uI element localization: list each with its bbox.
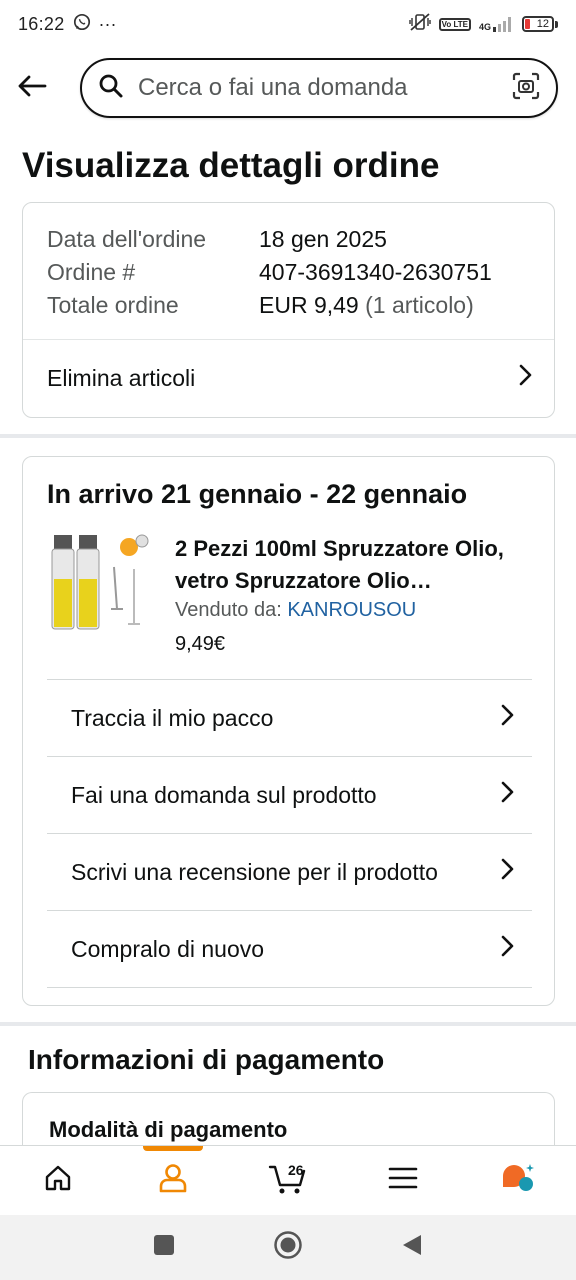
- home-icon: [43, 1163, 73, 1198]
- delete-items-label: Elimina articoli: [47, 364, 196, 391]
- product-name[interactable]: 2 Pezzi 100ml Spruzzatore Olio, vetro Sp…: [175, 533, 535, 597]
- order-total-value: EUR 9,49: [259, 292, 359, 318]
- battery-icon: 12: [522, 16, 558, 32]
- search-icon: [98, 73, 124, 104]
- seller-link[interactable]: KANROUSOU: [287, 599, 416, 621]
- back-nav-button[interactable]: [401, 1233, 423, 1262]
- divider: [47, 987, 532, 988]
- product-seller: Venduto da: KANROUSOU: [175, 599, 416, 622]
- order-total-label: Totale ordine: [47, 292, 179, 318]
- page-title: Visualizza dettagli ordine: [22, 146, 440, 185]
- order-date-label: Data dell'ordine: [47, 226, 207, 252]
- rufus-assistant-icon: [500, 1162, 536, 1199]
- chevron-right-icon: [518, 363, 534, 393]
- vibrate-mute-icon: [408, 12, 431, 37]
- payment-section-title: Informazioni di pagamento: [28, 1044, 385, 1075]
- nav-home[interactable]: [18, 1146, 98, 1216]
- order-number-label: Ordine #: [47, 259, 136, 285]
- buy-again-label: Compralo di nuovo: [71, 935, 265, 962]
- product-image[interactable]: [49, 529, 159, 639]
- order-total-row: Totale ordine EUR 9,49 (1 articolo): [47, 289, 530, 322]
- order-date-value: 18 gen 2025: [259, 226, 387, 252]
- battery-level: 12: [536, 18, 549, 30]
- home-button[interactable]: [273, 1230, 303, 1265]
- camera-scan-icon[interactable]: [512, 72, 540, 105]
- payment-method-label: Modalità di pagamento: [49, 1117, 288, 1142]
- bottom-nav: 26: [0, 1145, 576, 1215]
- section-separator: [0, 1022, 576, 1026]
- nav-account[interactable]: [133, 1145, 213, 1216]
- search-input[interactable]: [138, 68, 512, 108]
- status-bar: 16:22 ··· Vo LTE 4G 12: [0, 0, 576, 48]
- nav-menu[interactable]: [363, 1146, 443, 1216]
- status-time: 16:22: [18, 13, 65, 34]
- chevron-right-icon: [500, 857, 516, 887]
- nav-rufus[interactable]: [478, 1146, 558, 1216]
- ask-question-label: Fai una domanda sul prodotto: [71, 781, 377, 808]
- track-package-link[interactable]: Traccia il mio pacco: [47, 679, 532, 756]
- order-number-value: 407-3691340-2630751: [259, 259, 492, 285]
- chevron-right-icon: [500, 703, 516, 733]
- write-review-link[interactable]: Scrivi una recensione per il prodotto: [47, 833, 532, 910]
- back-button[interactable]: [0, 56, 64, 120]
- product-price: 9,49€: [175, 633, 226, 655]
- network-type: 4G: [478, 22, 491, 32]
- order-summary-card: Data dell'ordine 18 gen 2025 Ordine # 40…: [22, 202, 555, 418]
- ask-question-link[interactable]: Fai una domanda sul prodotto: [47, 756, 532, 833]
- whatsapp-icon: [73, 13, 91, 36]
- section-separator: [0, 434, 576, 438]
- signal-icon: 4G: [479, 16, 514, 32]
- write-review-label: Scrivi una recensione per il prodotto: [71, 858, 438, 885]
- user-icon: [157, 1162, 189, 1199]
- chevron-right-icon: [500, 780, 516, 810]
- order-number-row: Ordine # 407-3691340-2630751: [47, 256, 530, 289]
- order-item-count: (1 articolo): [365, 292, 474, 318]
- track-package-label: Traccia il mio pacco: [71, 704, 274, 731]
- buy-again-link[interactable]: Compralo di nuovo: [47, 910, 532, 987]
- product-item[interactable]: 2 Pezzi 100ml Spruzzatore Olio, vetro Sp…: [49, 529, 539, 659]
- chevron-right-icon: [500, 934, 516, 964]
- order-date-row: Data dell'ordine 18 gen 2025: [47, 223, 530, 256]
- divider: [23, 339, 554, 340]
- arrival-title: In arrivo 21 gennaio - 22 gennaio: [47, 479, 468, 509]
- cart-count: 26: [287, 1161, 304, 1178]
- shipment-actions: Traccia il mio pacco Fai una domanda sul…: [47, 679, 532, 988]
- seller-prefix: Venduto da:: [175, 599, 288, 621]
- delete-items-link[interactable]: Elimina articoli: [47, 343, 534, 413]
- volte-badge: Vo LTE: [438, 17, 471, 31]
- more-notifications-icon: ···: [98, 13, 117, 34]
- recent-apps-button[interactable]: [153, 1234, 175, 1261]
- active-tab-indicator: [142, 1145, 203, 1151]
- shipment-card: In arrivo 21 gennaio - 22 gennaio 2 Pezz…: [22, 456, 555, 1006]
- header: [0, 48, 576, 128]
- search-bar[interactable]: [80, 58, 558, 118]
- arrow-left-icon: [17, 74, 47, 103]
- menu-icon: [388, 1166, 418, 1195]
- system-navigation-bar: [0, 1215, 576, 1280]
- nav-cart[interactable]: 26: [248, 1146, 328, 1216]
